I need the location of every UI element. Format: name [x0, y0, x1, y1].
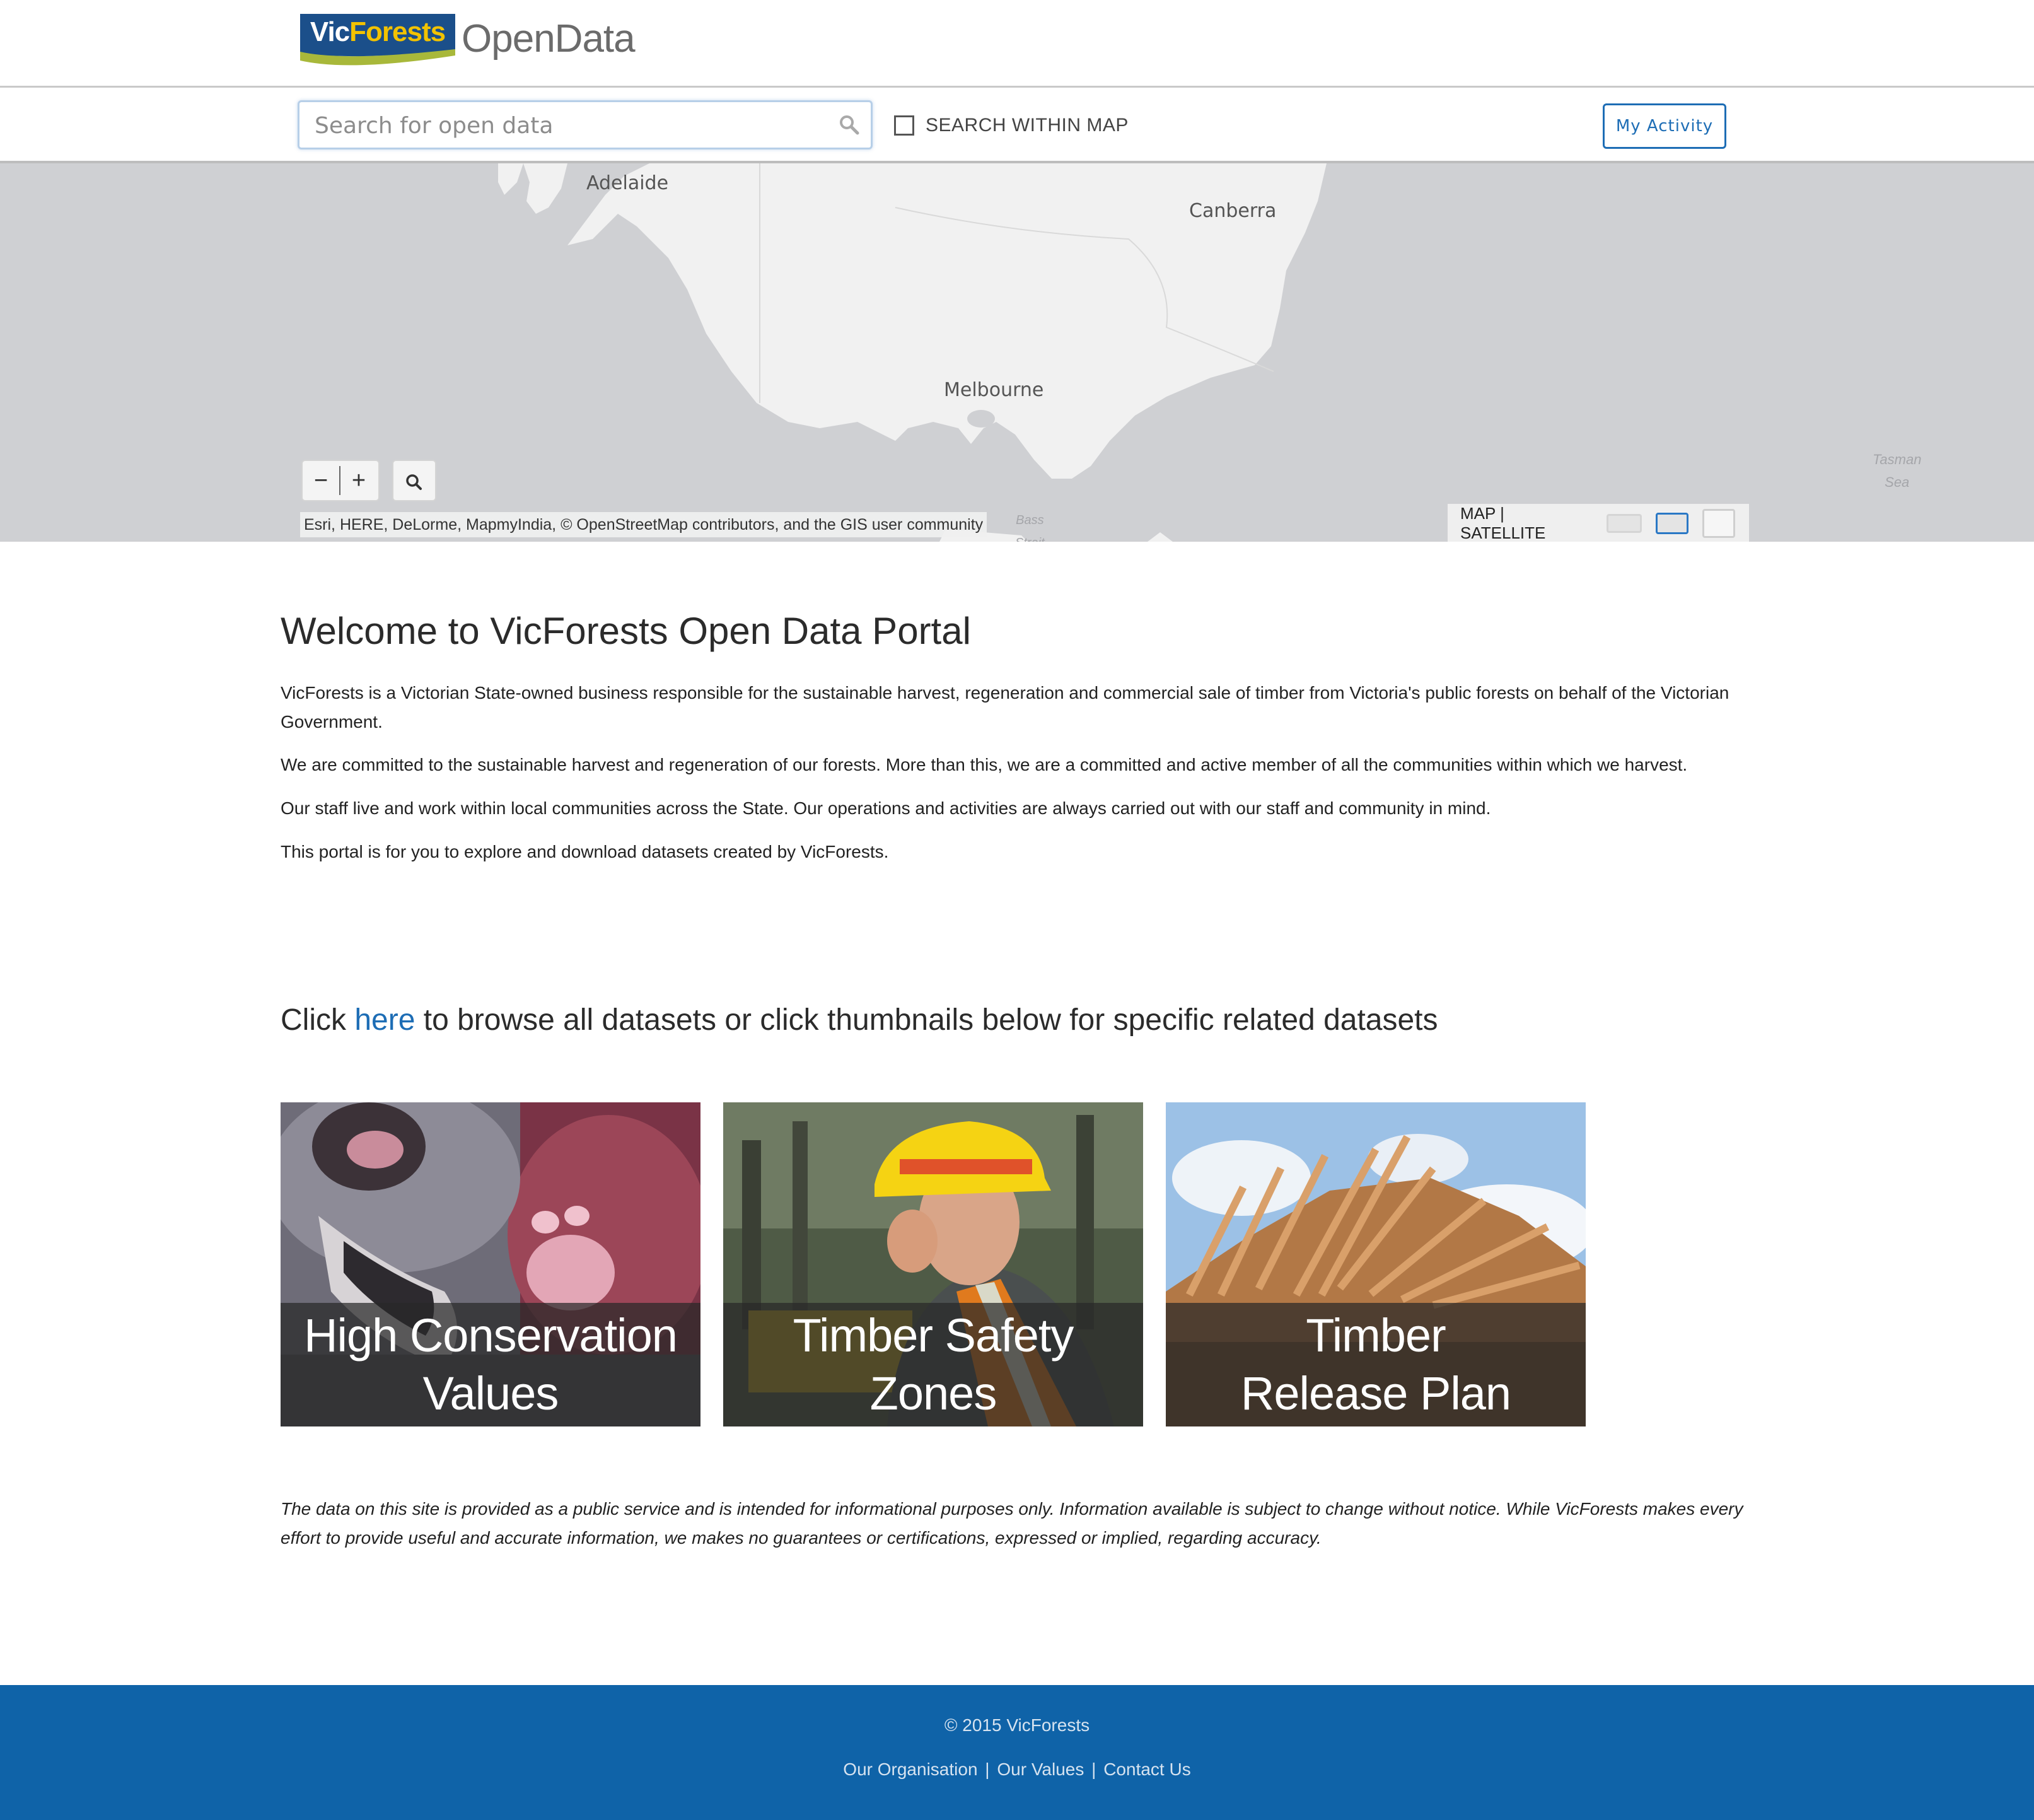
- footer-link-contact-us[interactable]: Contact Us: [1103, 1759, 1191, 1779]
- search-within-map-checkbox[interactable]: [894, 115, 914, 136]
- intro-paragraph-4: This portal is for you to explore and do…: [281, 842, 889, 861]
- browse-heading: Click here to browse all datasets or cli…: [281, 1003, 1438, 1037]
- logo-wordmark: VicForests: [300, 14, 455, 50]
- strait-label-line-1: Bass: [1016, 513, 1044, 527]
- basemap-satellite-option[interactable]: SATELLITE: [1460, 523, 1545, 542]
- logo-text-vic: Vic: [310, 16, 350, 47]
- sea-label-line-2: Sea: [1885, 474, 1910, 490]
- footer-link-our-organisation[interactable]: Our Organisation: [843, 1759, 977, 1779]
- map-view[interactable]: Adelaide Canberra Melbourne Tasman Sea B…: [0, 163, 2034, 542]
- strait-label-line-2: Strait: [1015, 532, 1045, 542]
- tile-high-conservation-values[interactable]: High Conservation Values: [281, 1102, 700, 1426]
- zoom-out-button[interactable]: −: [303, 461, 339, 500]
- sea-label-tasman: Tasman Sea: [1873, 448, 1921, 494]
- map-attribution: Esri, HERE, DeLorme, MapmyIndia, © OpenS…: [300, 512, 987, 537]
- search-within-map-toggle[interactable]: SEARCH WITHIN MAP: [894, 113, 1129, 138]
- search-input[interactable]: [313, 108, 820, 143]
- intro-paragraph-2: We are committed to the sustainable harv…: [281, 755, 1688, 774]
- zoom-in-button[interactable]: +: [340, 461, 377, 500]
- logo-swoosh-icon: [300, 47, 455, 66]
- app-title: OpenData: [462, 17, 636, 61]
- my-activity-button[interactable]: My Activity: [1603, 103, 1726, 149]
- zoom-controls: − +: [301, 460, 380, 501]
- intro-paragraph-3: Our staff live and work within local com…: [281, 798, 1491, 818]
- basemap-thumb-2[interactable]: [1656, 513, 1689, 534]
- tile-caption: Timber Release Plan: [1166, 1303, 1586, 1426]
- map-search-button[interactable]: [392, 460, 436, 501]
- tile-caption: High Conservation Values: [281, 1303, 700, 1426]
- tile-caption: Timber Safety Zones: [723, 1303, 1143, 1426]
- search-toolbar: SEARCH WITHIN MAP My Activity: [0, 88, 2034, 163]
- basemap-separator: |: [1500, 504, 1504, 523]
- basemap-thumb-3[interactable]: [1702, 509, 1735, 538]
- browse-prefix: Click: [281, 1003, 355, 1037]
- footer-separator: |: [1091, 1759, 1096, 1779]
- footer-copyright: © 2015 VicForests: [944, 1715, 1090, 1735]
- basemap-switcher: MAP | SATELLITE: [1448, 504, 1749, 542]
- search-icon[interactable]: [838, 114, 861, 136]
- vicforests-logo[interactable]: VicForests: [300, 14, 455, 69]
- disclaimer-text: The data on this site is provided as a p…: [281, 1499, 1743, 1548]
- search-icon: [406, 474, 422, 490]
- footer-separator: |: [985, 1759, 990, 1779]
- footer-link-our-values[interactable]: Our Values: [997, 1759, 1084, 1779]
- city-label-adelaide: Adelaide: [586, 172, 669, 194]
- search-box: [298, 100, 873, 149]
- welcome-title: Welcome to VicForests Open Data Portal: [281, 610, 971, 652]
- footer: © 2015 VicForests Our Organisation | Our…: [0, 1685, 2034, 1820]
- browse-suffix: to browse all datasets or click thumbnai…: [415, 1003, 1438, 1037]
- tile-timber-release-plan[interactable]: Timber Release Plan: [1166, 1102, 1586, 1426]
- basemap-label: MAP | SATELLITE: [1460, 504, 1594, 542]
- logo-text-forests: Forests: [349, 16, 446, 47]
- browse-all-link[interactable]: here: [354, 1003, 415, 1037]
- city-label-canberra: Canberra: [1189, 200, 1277, 222]
- tile-timber-safety-zones[interactable]: Timber Safety Zones: [723, 1102, 1143, 1426]
- intro-paragraph-1: VicForests is a Victorian State-owned bu…: [281, 683, 1729, 732]
- search-within-map-label: SEARCH WITHIN MAP: [926, 115, 1129, 136]
- footer-links: Our Organisation | Our Values | Contact …: [0, 1759, 2034, 1780]
- top-header: VicForests OpenData: [0, 0, 2034, 88]
- city-label-melbourne: Melbourne: [944, 379, 1044, 401]
- strait-label-bass: Bass Strait: [1015, 509, 1045, 542]
- basemap-map-option[interactable]: MAP: [1460, 504, 1496, 523]
- sea-label-line-1: Tasman: [1873, 452, 1922, 467]
- basemap-thumb-1[interactable]: [1607, 514, 1642, 533]
